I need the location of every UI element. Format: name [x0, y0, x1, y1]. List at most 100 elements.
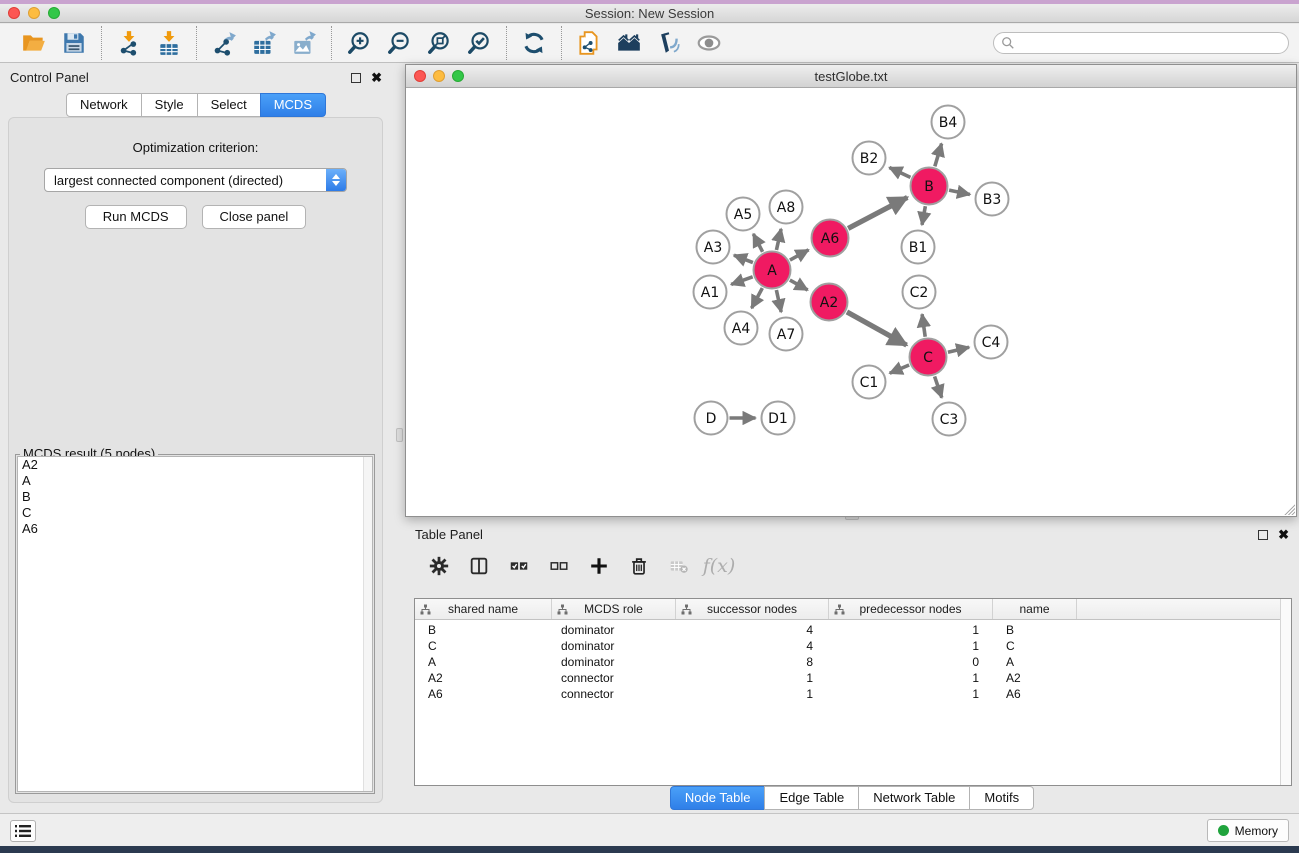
- graph-edge-C-C3[interactable]: [935, 376, 942, 397]
- table-cell[interactable]: connector: [552, 687, 676, 703]
- table-row[interactable]: A2connector11A2: [415, 671, 1291, 687]
- table-row[interactable]: Adominator80A: [415, 655, 1291, 671]
- save-session-button[interactable]: [54, 27, 94, 59]
- zoom-window-button[interactable]: [48, 7, 60, 19]
- graph-edge-A-A5[interactable]: [753, 234, 762, 252]
- deselect-all-button[interactable]: [547, 554, 571, 578]
- table-cell[interactable]: dominator: [552, 655, 676, 671]
- select-all-button[interactable]: [507, 554, 531, 578]
- table-cell[interactable]: B: [993, 623, 1077, 639]
- table-cell[interactable]: A2: [415, 671, 552, 687]
- table-cell[interactable]: 1: [676, 687, 829, 703]
- graph-edge-B-B1[interactable]: [922, 206, 925, 225]
- table-cell[interactable]: A6: [415, 687, 552, 703]
- result-item[interactable]: C: [18, 505, 372, 521]
- tab-network-table[interactable]: Network Table: [858, 786, 970, 810]
- graph-edge-C-C2[interactable]: [922, 314, 925, 336]
- network-canvas[interactable]: B4B2BB3A8A5A6A3B1AC2A1A2A4A7C4CC1DD1C3: [406, 88, 1296, 516]
- splitpane-divider-grip[interactable]: [396, 428, 403, 442]
- export-network-button[interactable]: [204, 27, 244, 59]
- table-cell[interactable]: 4: [676, 639, 829, 655]
- column-header-name[interactable]: name: [993, 599, 1077, 619]
- table-cell[interactable]: A: [415, 655, 552, 671]
- run-mcds-button[interactable]: Run MCDS: [85, 205, 187, 229]
- show-columns-button[interactable]: [467, 554, 491, 578]
- refresh-button[interactable]: [514, 27, 554, 59]
- close-panel-icon[interactable]: ✖: [371, 73, 382, 83]
- delete-column-button[interactable]: [627, 554, 651, 578]
- result-item[interactable]: A6: [18, 521, 372, 537]
- column-header-predecessor-nodes[interactable]: predecessor nodes: [829, 599, 993, 619]
- table-cell[interactable]: 1: [676, 671, 829, 687]
- function-builder-button[interactable]: f(x): [707, 554, 731, 578]
- float-panel-icon[interactable]: [351, 73, 361, 83]
- tab-style[interactable]: Style: [141, 93, 198, 117]
- table-cell[interactable]: 1: [829, 671, 993, 687]
- table-settings-button[interactable]: [427, 554, 451, 578]
- close-window-button[interactable]: [8, 7, 20, 19]
- tab-edge-table[interactable]: Edge Table: [764, 786, 859, 810]
- network-close-button[interactable]: [414, 70, 426, 82]
- table-row[interactable]: Bdominator41B: [415, 623, 1291, 639]
- tab-network[interactable]: Network: [66, 93, 142, 117]
- graph-edge-A-A8[interactable]: [776, 229, 781, 250]
- table-cell[interactable]: B: [415, 623, 552, 639]
- table-cell[interactable]: A6: [993, 687, 1077, 703]
- column-header-MCDS-role[interactable]: MCDS role: [552, 599, 676, 619]
- table-cell[interactable]: dominator: [552, 639, 676, 655]
- delete-table-button[interactable]: [667, 554, 691, 578]
- graph-edge-C-C4[interactable]: [948, 347, 969, 352]
- table-cell[interactable]: 1: [829, 623, 993, 639]
- zoom-out-button[interactable]: [379, 27, 419, 59]
- table-cell[interactable]: 4: [676, 623, 829, 639]
- graph-edge-A-A1[interactable]: [731, 277, 752, 285]
- column-header-successor-nodes[interactable]: successor nodes: [676, 599, 829, 619]
- memory-button[interactable]: Memory: [1207, 819, 1289, 842]
- table-scrollbar[interactable]: [1280, 599, 1291, 785]
- table-row[interactable]: A6connector11A6: [415, 687, 1291, 703]
- tab-select[interactable]: Select: [197, 93, 261, 117]
- graph-edge-A-A6[interactable]: [790, 250, 809, 260]
- graph-edge-C-C1[interactable]: [890, 365, 909, 373]
- column-header-shared-name[interactable]: shared name: [415, 599, 552, 619]
- zoom-in-button[interactable]: [339, 27, 379, 59]
- graph-edge-A-A2[interactable]: [790, 280, 808, 290]
- table-row[interactable]: Cdominator41C: [415, 639, 1291, 655]
- show-hide-button[interactable]: [689, 27, 729, 59]
- graph-edge-A-A7[interactable]: [776, 290, 781, 312]
- close-panel-button[interactable]: Close panel: [202, 205, 307, 229]
- zoom-selected-button[interactable]: [459, 27, 499, 59]
- table-cell[interactable]: C: [993, 639, 1077, 655]
- result-item[interactable]: A: [18, 473, 372, 489]
- graph-edge-A-A4[interactable]: [752, 288, 763, 308]
- result-scrollbar[interactable]: [363, 457, 372, 791]
- table-cell[interactable]: connector: [552, 671, 676, 687]
- tab-mcds[interactable]: MCDS: [260, 93, 326, 117]
- import-network-button[interactable]: [109, 27, 149, 59]
- table-cell[interactable]: 1: [829, 639, 993, 655]
- graph-edge-A2-C[interactable]: [847, 312, 907, 345]
- minimize-window-button[interactable]: [28, 7, 40, 19]
- result-item[interactable]: B: [18, 489, 372, 505]
- graph-edge-B-B3[interactable]: [949, 190, 970, 194]
- table-cell[interactable]: dominator: [552, 623, 676, 639]
- table-cell[interactable]: A: [993, 655, 1077, 671]
- result-item[interactable]: A2: [18, 457, 372, 473]
- tab-motifs[interactable]: Motifs: [969, 786, 1034, 810]
- close-table-panel-icon[interactable]: ✖: [1278, 530, 1289, 540]
- network-minimize-button[interactable]: [433, 70, 445, 82]
- mcds-result-list[interactable]: A2ABCA6: [17, 456, 373, 792]
- resize-grip-icon[interactable]: [1282, 502, 1295, 515]
- import-table-button[interactable]: [149, 27, 189, 59]
- graph-edge-A-A3[interactable]: [734, 255, 753, 262]
- task-history-button[interactable]: [10, 820, 36, 842]
- network-window-titlebar[interactable]: testGlobe.txt: [406, 65, 1296, 88]
- clone-network-button[interactable]: [569, 27, 609, 59]
- export-image-button[interactable]: [284, 27, 324, 59]
- open-session-button[interactable]: [14, 27, 54, 59]
- graph-edge-B-B2[interactable]: [889, 168, 910, 178]
- search-input[interactable]: [993, 32, 1289, 54]
- create-column-button[interactable]: [587, 554, 611, 578]
- home-button[interactable]: [609, 27, 649, 59]
- table-cell[interactable]: 0: [829, 655, 993, 671]
